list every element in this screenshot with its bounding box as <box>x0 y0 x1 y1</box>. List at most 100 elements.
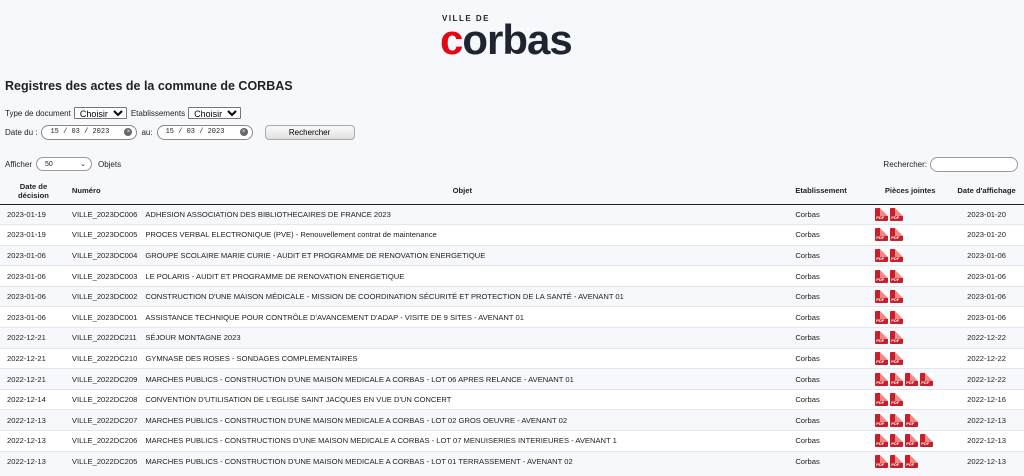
cell-pieces-jointes <box>863 409 950 431</box>
header-etablissement[interactable]: Etablissement <box>783 178 864 205</box>
etablissements-select[interactable]: Choisir <box>188 107 242 119</box>
header-numero[interactable]: Numéro <box>63 178 142 205</box>
pdf-file-icon[interactable] <box>875 310 889 324</box>
cell-numero: VILLE_2023DC001 <box>63 306 142 328</box>
cell-date-affichage: 2022-12-22 <box>949 368 1024 390</box>
cell-etablissement: Corbas <box>783 306 864 328</box>
header-date-affichage[interactable]: Date d'affichage <box>949 178 1024 205</box>
pdf-file-icon[interactable] <box>920 434 934 448</box>
cell-date-affichage: 2022-12-22 <box>949 327 1024 349</box>
table-search: Rechercher: <box>883 157 1018 172</box>
table-row: 2022-12-21 VILLE_2022DC211 SÉJOUR MONTAGNE… <box>0 327 1024 349</box>
search-input[interactable] <box>930 157 1018 172</box>
cell-objet: PROCES VERBAL ELECTRONIQUE (PVE) - Renou… <box>141 224 784 246</box>
cell-objet: CONSTRUCTION D'UNE MAISON MÉDICALE - MIS… <box>141 285 784 307</box>
pdf-file-icon[interactable] <box>875 331 889 345</box>
corbas-logo[interactable]: VILLE DE corbas <box>440 14 586 61</box>
date-from-input[interactable]: 15 / 03 / 2023 × <box>41 124 138 140</box>
cell-date-affichage: 2023-01-20 <box>949 224 1024 246</box>
header-objet[interactable]: Objet <box>141 178 784 205</box>
pdf-file-icon[interactable] <box>890 248 904 262</box>
cell-numero: VILLE_2022DC211 <box>63 327 142 349</box>
pdf-file-icon[interactable] <box>890 413 904 427</box>
cell-objet: GYMNASE DES ROSES - SONDAGES COMPLEMENTA… <box>141 347 784 369</box>
cell-objet: SÉJOUR MONTAGNE 2023 <box>141 327 784 349</box>
date-to-input[interactable]: 15 / 03 / 2023 × <box>156 124 253 140</box>
page-length-value: 50 <box>44 160 53 168</box>
pdf-file-icon[interactable] <box>890 310 904 324</box>
pdf-file-icon[interactable] <box>905 413 919 427</box>
cell-numero: VILLE_2023DC005 <box>63 224 142 246</box>
header-pieces-jointes[interactable]: Pièces jointes <box>863 178 950 205</box>
pdf-file-icon[interactable] <box>905 372 919 386</box>
actes-table: Date de décision Numéro Objet Etablissem… <box>0 178 1024 472</box>
length-control: Afficher 50 ⌄ Objets <box>5 157 121 171</box>
etablissements-label: Etablissements <box>130 108 186 118</box>
cell-date-decision: 2023-01-06 <box>0 285 64 307</box>
header-date-decision[interactable]: Date de décision <box>0 178 64 205</box>
table-row: 2022-12-21 VILLE_2022DC209 MARCHES PUBLICS… <box>0 368 1024 390</box>
cell-date-decision: 2023-01-06 <box>0 265 64 287</box>
pdf-file-icon[interactable] <box>875 351 889 365</box>
pdf-file-icon[interactable] <box>905 455 919 469</box>
chevron-down-icon: ⌄ <box>80 161 86 168</box>
pdf-file-icon[interactable] <box>875 434 889 448</box>
table-row: 2022-12-14 VILLE_2022DC208 CONVENTION D'UT… <box>0 388 1024 410</box>
pdf-file-icon[interactable] <box>875 248 889 262</box>
cell-etablissement: Corbas <box>783 450 864 472</box>
pdf-file-icon[interactable] <box>920 372 934 386</box>
pdf-file-icon[interactable] <box>890 393 904 407</box>
cell-numero: VILLE_2022DC210 <box>63 347 142 369</box>
cell-date-affichage: 2023-01-06 <box>949 285 1024 307</box>
pdf-file-icon[interactable] <box>875 455 889 469</box>
cell-pieces-jointes <box>863 203 950 225</box>
cell-numero: VILLE_2023DC004 <box>63 244 142 266</box>
rechercher-button[interactable]: Rechercher <box>264 124 355 140</box>
cell-date-decision: 2023-01-19 <box>0 224 64 246</box>
cell-pieces-jointes <box>863 368 950 390</box>
pdf-file-icon[interactable] <box>890 228 904 242</box>
cell-objet: GROUPE SCOLAIRE MARIE CURIE - AUDIT ET P… <box>141 244 784 266</box>
cell-numero: VILLE_2023DC006 <box>63 203 142 225</box>
cell-numero: VILLE_2023DC003 <box>63 265 142 287</box>
pdf-file-icon[interactable] <box>875 228 889 242</box>
cell-pieces-jointes <box>863 306 950 328</box>
pdf-file-icon[interactable] <box>875 393 889 407</box>
cell-etablissement: Corbas <box>783 409 864 431</box>
cell-etablissement: Corbas <box>783 368 864 390</box>
clear-icon[interactable]: × <box>239 128 248 136</box>
pdf-file-icon[interactable] <box>875 290 889 304</box>
cell-date-decision: 2022-12-21 <box>0 327 64 349</box>
cell-etablissement: Corbas <box>783 265 864 287</box>
pdf-file-icon[interactable] <box>890 434 904 448</box>
pdf-file-icon[interactable] <box>890 207 904 221</box>
pdf-file-icon[interactable] <box>875 372 889 386</box>
type-document-select[interactable]: Choisir <box>73 107 127 119</box>
pdf-file-icon[interactable] <box>890 455 904 469</box>
cell-date-affichage: 2022-12-22 <box>949 347 1024 369</box>
table-row: 2023-01-06 VILLE_2023DC002 CONSTRUCTION D'… <box>0 285 1024 307</box>
pdf-file-icon[interactable] <box>890 290 904 304</box>
date-to-value: 15 / 03 / 2023 <box>165 128 225 136</box>
cell-objet: ASSISTANCE TECHNIQUE POUR CONTRÔLE D'AVA… <box>141 306 784 328</box>
objets-label: Objets <box>97 159 122 169</box>
pdf-file-icon[interactable] <box>890 331 904 345</box>
pdf-file-icon[interactable] <box>905 434 919 448</box>
cell-pieces-jointes <box>863 224 950 246</box>
cell-date-affichage: 2023-01-20 <box>949 203 1024 225</box>
cell-date-affichage: 2023-01-06 <box>949 244 1024 266</box>
clear-icon[interactable]: × <box>124 128 133 136</box>
pdf-file-icon[interactable] <box>875 413 889 427</box>
page-length-select[interactable]: 50 ⌄ <box>35 157 92 171</box>
pdf-file-icon[interactable] <box>875 269 889 283</box>
table-row: 2023-01-06 VILLE_2023DC001 ASSISTANCE TECH… <box>0 306 1024 328</box>
table-row: 2023-01-19 VILLE_2023DC006 ADHESION ASSOCI… <box>0 203 1024 225</box>
pdf-file-icon[interactable] <box>890 269 904 283</box>
pdf-file-icon[interactable] <box>890 372 904 386</box>
cell-pieces-jointes <box>863 347 950 369</box>
pdf-file-icon[interactable] <box>875 207 889 221</box>
pdf-file-icon[interactable] <box>890 351 904 365</box>
cell-date-affichage: 2023-01-06 <box>949 306 1024 328</box>
cell-objet: MARCHES PUBLICS - CONSTRUCTION D'UNE MAI… <box>141 450 784 472</box>
afficher-label: Afficher <box>5 159 32 169</box>
